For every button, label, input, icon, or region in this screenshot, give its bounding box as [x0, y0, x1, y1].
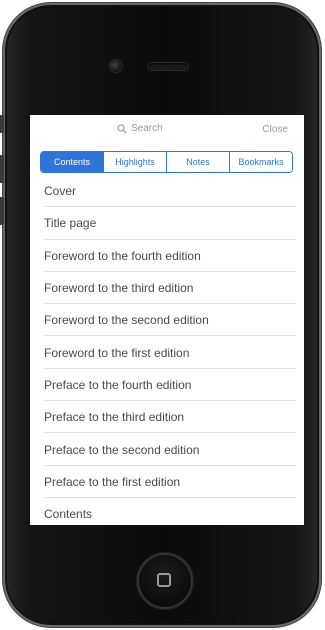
search-label: Search	[131, 123, 163, 134]
search-field[interactable]: Search	[117, 123, 163, 134]
search-icon	[117, 123, 127, 134]
mute-switch	[0, 115, 4, 133]
toc-item-preface-first[interactable]: Preface to the first edition	[30, 466, 304, 499]
toc-item-preface-second[interactable]: Preface to the second edition	[30, 433, 304, 466]
tab-notes[interactable]: Notes	[166, 152, 229, 172]
front-camera	[110, 60, 122, 72]
volume-up-button	[0, 155, 4, 183]
top-bar: Search Close	[30, 115, 304, 145]
toc-item-preface-third[interactable]: Preface to the third edition	[30, 401, 304, 434]
toc-item-contents[interactable]: Contents	[30, 498, 304, 525]
toc-item-title-page[interactable]: Title page	[30, 207, 304, 240]
toc-item-foreword-third[interactable]: Foreword to the third edition	[30, 272, 304, 305]
toc-item-cover[interactable]: Cover	[30, 175, 304, 208]
segmented-tabs: Contents Highlights Notes Bookmarks	[40, 151, 293, 173]
toc-list: Cover Title page Foreword to the fourth …	[30, 175, 304, 525]
toc-item-foreword-first[interactable]: Foreword to the first edition	[30, 336, 304, 370]
tab-contents[interactable]: Contents	[41, 152, 103, 172]
toc-item-foreword-fourth[interactable]: Foreword to the fourth edition	[30, 240, 304, 273]
volume-down-button	[0, 197, 4, 225]
home-button-icon	[157, 573, 171, 587]
toc-item-foreword-second[interactable]: Foreword to the second edition	[30, 304, 304, 337]
home-button[interactable]	[137, 553, 193, 609]
tab-highlights[interactable]: Highlights	[103, 152, 166, 172]
tab-bookmarks[interactable]: Bookmarks	[229, 152, 292, 172]
close-button[interactable]: Close	[262, 124, 288, 135]
screen: Search Close Contents Highlights Notes B…	[30, 115, 304, 525]
earpiece-speaker	[148, 63, 188, 70]
toc-item-preface-fourth[interactable]: Preface to the fourth edition	[30, 369, 304, 402]
